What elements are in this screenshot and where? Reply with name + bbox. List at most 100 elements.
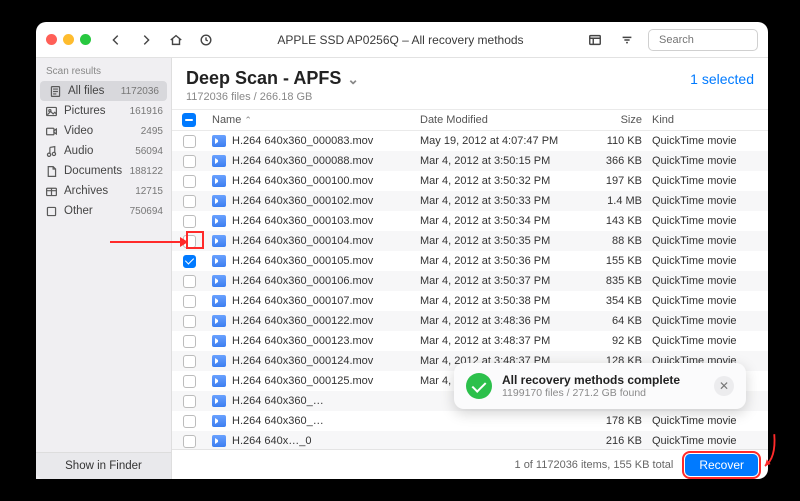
- movie-file-icon: [212, 215, 226, 227]
- file-size: 354 KB: [580, 295, 652, 307]
- sidebar-item-count: 1172036: [121, 86, 159, 97]
- row-checkbox[interactable]: [183, 435, 196, 448]
- sidebar-item-label: Audio: [64, 145, 129, 157]
- table-row[interactable]: H.264 640x360_000105.movMar 4, 2012 at 3…: [172, 251, 768, 271]
- table-row[interactable]: H.264 640x360_000106.mov Mar 4, 2012 at 3…: [172, 271, 768, 291]
- table-row[interactable]: H.264 640x360_000122.movMar 4, 2012 at 3…: [172, 311, 768, 331]
- row-checkbox[interactable]: [183, 295, 196, 308]
- zoom-window-button[interactable]: [80, 34, 91, 45]
- minimize-window-button[interactable]: [63, 34, 74, 45]
- table-row[interactable]: H.264 640x360_000102.movMar 4, 2012 at 3…: [172, 191, 768, 211]
- movie-file-icon: [212, 355, 226, 367]
- recovery-complete-toast: All recovery methods complete 1199170 fi…: [454, 363, 746, 409]
- archive-icon: [44, 184, 58, 198]
- select-all-checkbox[interactable]: [182, 113, 196, 127]
- file-kind: QuickTime movie: [652, 415, 762, 427]
- search-input[interactable]: [659, 34, 800, 46]
- file-name: H.264 640x360_000088.mov: [232, 155, 373, 167]
- row-checkbox[interactable]: [183, 395, 196, 408]
- window-title: APPLE SSD AP0256Q – All recovery methods: [225, 33, 576, 47]
- filter-button[interactable]: [616, 29, 638, 51]
- file-kind: QuickTime movie: [652, 315, 762, 327]
- table-row[interactable]: H.264 640x360_000088.mov Mar 4, 2012 at 3…: [172, 151, 768, 171]
- close-window-button[interactable]: [46, 34, 57, 45]
- row-checkbox[interactable]: [183, 155, 196, 168]
- other-icon: [44, 204, 58, 218]
- file-kind: QuickTime movie: [652, 135, 762, 147]
- row-checkbox[interactable]: [183, 195, 196, 208]
- column-date[interactable]: Date Modified: [420, 114, 580, 126]
- file-name: H.264 640x360_…: [232, 415, 324, 427]
- sidebar-item-video[interactable]: Video2495: [36, 121, 171, 141]
- column-kind[interactable]: Kind: [652, 114, 762, 126]
- file-size: 92 KB: [580, 335, 652, 347]
- row-checkbox[interactable]: [183, 175, 196, 188]
- movie-file-icon: [212, 415, 226, 427]
- file-date: Mar 4, 2012 at 3:50:38 PM: [420, 295, 580, 307]
- row-checkbox[interactable]: [183, 375, 196, 388]
- recover-button[interactable]: Recover: [685, 454, 758, 476]
- file-name: H.264 640x360_000103.mov: [232, 215, 373, 227]
- row-checkbox[interactable]: [183, 275, 196, 288]
- movie-file-icon: [212, 135, 226, 147]
- footer-bar: 1 of 1172036 items, 155 KB total Recover: [172, 449, 768, 479]
- file-kind: QuickTime movie: [652, 195, 762, 207]
- home-button[interactable]: [165, 29, 187, 51]
- table-row[interactable]: H.264 640x360_000083.movMay 19, 2012 at …: [172, 131, 768, 151]
- forward-button[interactable]: [135, 29, 157, 51]
- sidebar-item-documents[interactable]: Documents188122: [36, 161, 171, 181]
- file-name: H.264 640x360_000107.mov: [232, 295, 373, 307]
- row-checkbox[interactable]: [183, 215, 196, 228]
- table-row[interactable]: H.264 640x360_000104.mov Mar 4, 2012 at 3…: [172, 231, 768, 251]
- table-row[interactable]: H.264 640x360_000107.mov Mar 4, 2012 at 3…: [172, 291, 768, 311]
- search-field[interactable]: [648, 29, 758, 51]
- file-size: 366 KB: [580, 155, 652, 167]
- file-date: Mar 4, 2012 at 3:50:35 PM: [420, 235, 580, 247]
- table-row[interactable]: H.264 640x360_000103.movMar 4, 2012 at 3…: [172, 211, 768, 231]
- row-checkbox[interactable]: [183, 235, 196, 248]
- doc-icon: [44, 164, 58, 178]
- movie-file-icon: [212, 375, 226, 387]
- column-name[interactable]: Name⌃: [206, 114, 420, 126]
- row-checkbox[interactable]: [183, 255, 196, 268]
- file-size: 110 KB: [580, 135, 652, 147]
- row-checkbox[interactable]: [183, 415, 196, 428]
- file-kind: QuickTime movie: [652, 275, 762, 287]
- show-in-finder-button[interactable]: Show in Finder: [36, 453, 171, 479]
- row-checkbox[interactable]: [183, 335, 196, 348]
- history-button[interactable]: [195, 29, 217, 51]
- table-row[interactable]: H.264 640x…_0216 KBQuickTime movie: [172, 431, 768, 449]
- success-check-icon: [466, 373, 492, 399]
- toast-close-button[interactable]: ✕: [714, 376, 734, 396]
- file-date: Mar 4, 2012 at 3:48:36 PM: [420, 315, 580, 327]
- file-date: Mar 4, 2012 at 3:50:15 PM: [420, 155, 580, 167]
- window-controls: [46, 34, 91, 45]
- table-row[interactable]: H.264 640x360_…178 KBQuickTime movie: [172, 411, 768, 431]
- file-name: H.264 640x360_000123.mov: [232, 335, 373, 347]
- sidebar-item-all-files[interactable]: All files1172036: [40, 81, 167, 101]
- sidebar-item-archives[interactable]: Archives12715: [36, 181, 171, 201]
- file-name: H.264 640x360_000106.mov: [232, 275, 373, 287]
- file-date: Mar 4, 2012 at 3:50:36 PM: [420, 255, 580, 267]
- sidebar-item-pictures[interactable]: Pictures161916: [36, 101, 171, 121]
- row-checkbox[interactable]: [183, 355, 196, 368]
- sidebar-item-audio[interactable]: Audio56094: [36, 141, 171, 161]
- view-mode-button[interactable]: [584, 29, 606, 51]
- table-row[interactable]: H.264 640x360_000123.movMar 4, 2012 at 3…: [172, 331, 768, 351]
- scan-title-dropdown[interactable]: Deep Scan - APFS ⌄: [186, 68, 359, 89]
- sidebar-header: Scan results: [36, 64, 171, 81]
- toast-subtitle: 1199170 files / 271.2 GB found: [502, 387, 704, 399]
- footer-status: 1 of 1172036 items, 155 KB total: [515, 459, 674, 471]
- table-row[interactable]: H.264 640x360_000100.movMar 4, 2012 at 3…: [172, 171, 768, 191]
- back-button[interactable]: [105, 29, 127, 51]
- file-name: H.264 640x360_000104.mov: [232, 235, 373, 247]
- column-size[interactable]: Size: [580, 114, 652, 126]
- sidebar-item-other[interactable]: Other750694: [36, 201, 171, 221]
- movie-file-icon: [212, 235, 226, 247]
- row-checkbox[interactable]: [183, 135, 196, 148]
- movie-file-icon: [212, 395, 226, 407]
- row-checkbox[interactable]: [183, 315, 196, 328]
- file-date: Mar 4, 2012 at 3:50:37 PM: [420, 275, 580, 287]
- file-kind: QuickTime movie: [652, 235, 762, 247]
- file-kind: QuickTime movie: [652, 435, 762, 447]
